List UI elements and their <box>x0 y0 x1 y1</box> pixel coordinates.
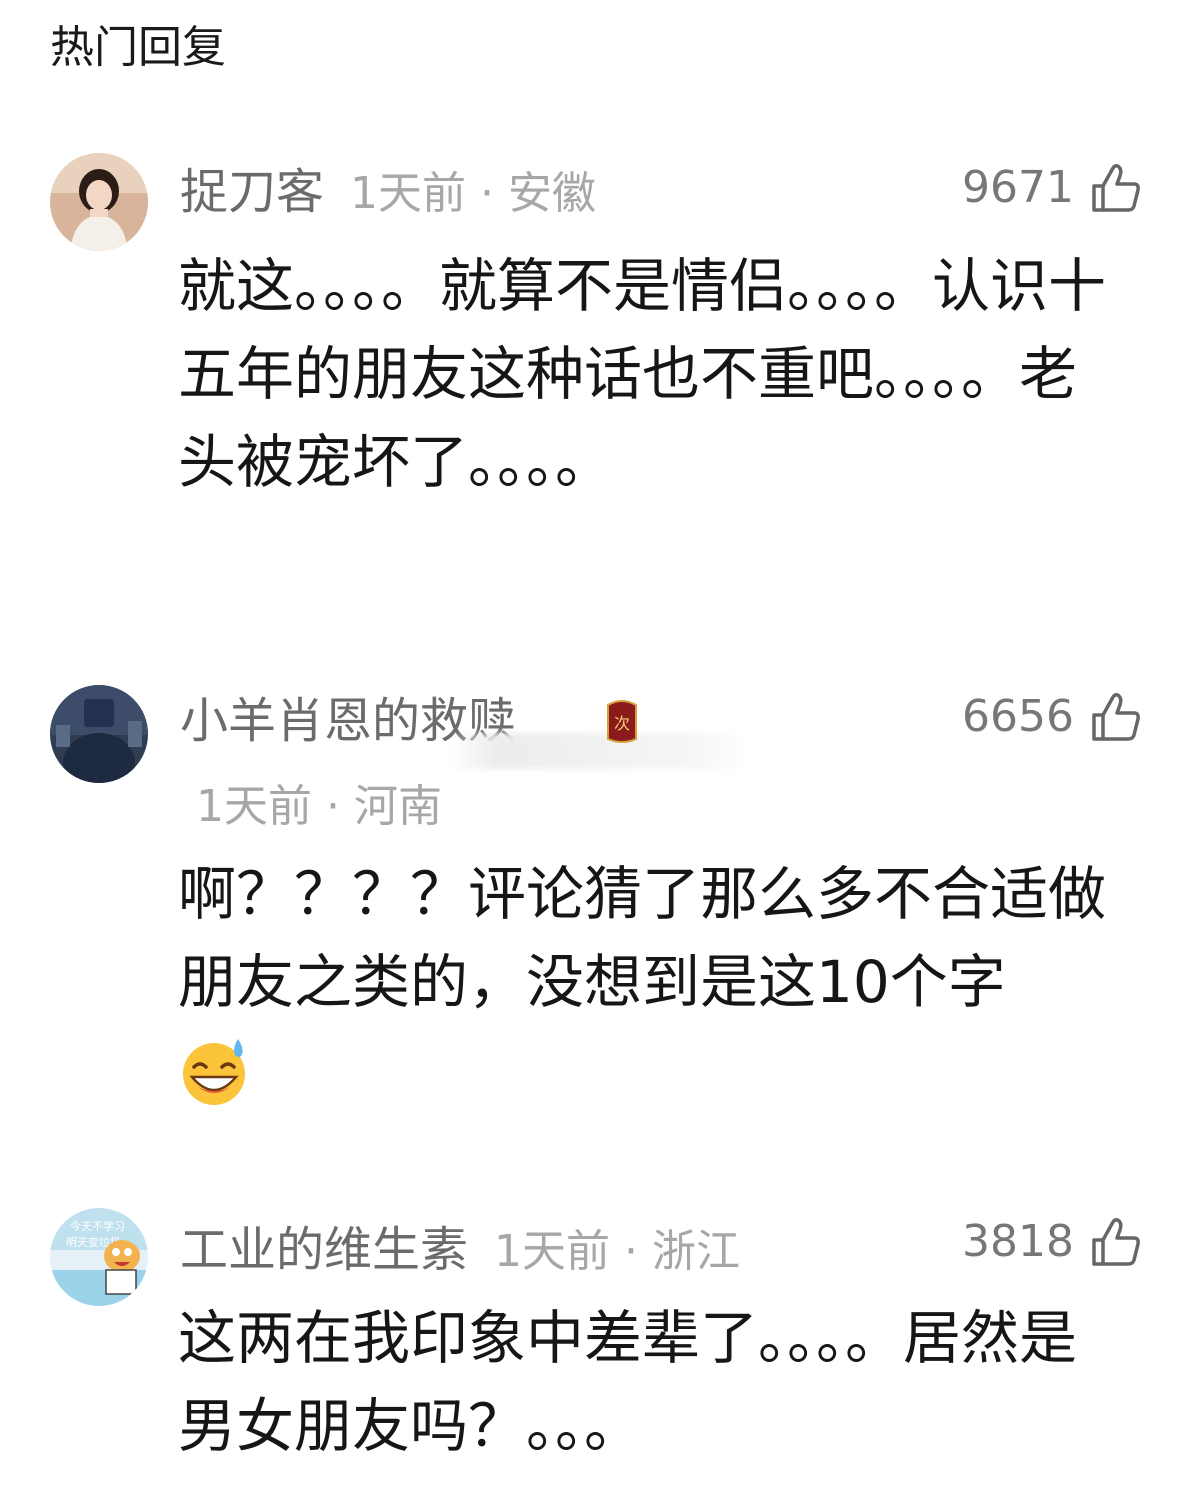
time-location: 1天前 · 河南 <box>196 781 442 832</box>
avatar-cartoon-icon: 今天不学习 明天变垃圾 <box>50 1208 148 1306</box>
like-count: 3818 <box>962 1216 1074 1267</box>
avatar-dark-figure-icon <box>50 685 148 783</box>
thumbs-up-icon <box>1092 163 1140 212</box>
like-count: 6656 <box>962 691 1074 742</box>
like-count: 9671 <box>962 162 1074 213</box>
comment-meta: 捉刀客 1天前 · 安徽 <box>180 160 596 226</box>
section-title-hot-replies: 热门回复 <box>50 22 226 73</box>
thumbs-up-icon <box>1092 692 1140 741</box>
comment-text: 就这。。。。就算不是情侣。。。。认识十五年的朋友这种话也不重吧。。。。老头被宠坏… <box>178 252 1107 496</box>
time-location: 1天前 · 浙江 <box>494 1226 740 1277</box>
avatar-caption-line1: 今天不学习 <box>70 1219 125 1233</box>
comment-meta: 工业的维生素 1天前 · 浙江 <box>180 1218 740 1284</box>
grinning-sweat-emoji-icon <box>180 1037 250 1107</box>
comment-text: 啊？？？？评论猜了那么多不合适做朋友之类的，没想到是这10个字 <box>178 860 1107 1016</box>
user-avatar[interactable] <box>50 153 148 251</box>
user-avatar[interactable] <box>50 685 148 783</box>
username[interactable]: 捉刀客 <box>180 164 324 220</box>
time-location: 1天前 · 安徽 <box>350 168 596 219</box>
user-badge-icon: 次 <box>604 697 640 745</box>
like-button[interactable]: 3818 <box>962 1214 1144 1270</box>
thumbs-up-icon <box>1092 1217 1140 1266</box>
like-button[interactable]: 6656 <box>962 689 1144 745</box>
badge-label: 次 <box>614 714 630 733</box>
comment-text: 这两在我印象中差辈了。。。。居然是男女朋友吗？。。。 <box>178 1304 1078 1460</box>
blurred-region <box>450 733 750 769</box>
avatar-girl-photo-icon <box>50 153 148 251</box>
like-button[interactable]: 9671 <box>962 160 1144 216</box>
username[interactable]: 工业的维生素 <box>180 1222 468 1278</box>
user-avatar[interactable]: 今天不学习 明天变垃圾 <box>50 1208 148 1306</box>
